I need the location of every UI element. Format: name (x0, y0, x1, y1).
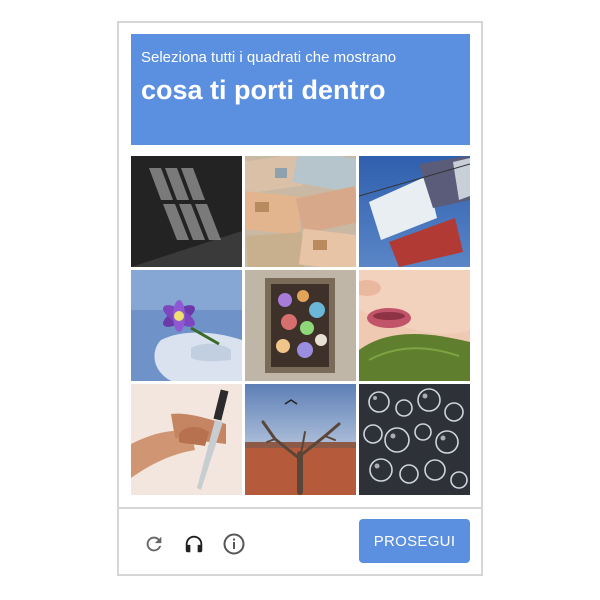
image-tile-3[interactable] (359, 156, 470, 267)
image-tile-4[interactable] (131, 270, 242, 381)
opals-box-image (245, 270, 356, 381)
prayer-flags-image (359, 156, 470, 267)
image-tile-1[interactable] (131, 156, 242, 267)
image-tile-5[interactable] (245, 270, 356, 381)
image-tile-8[interactable] (245, 384, 356, 495)
window-shadow-image (131, 156, 242, 267)
headphones-icon[interactable] (181, 531, 207, 557)
euro-banknotes-image (245, 156, 356, 267)
target-text: cosa ti porti dentro (141, 75, 386, 105)
captcha-widget: Seleziona tutti i quadrati che mostrano … (117, 21, 483, 576)
info-icon[interactable] (221, 531, 247, 557)
purple-flower-image (131, 270, 242, 381)
knife-hand-image (131, 384, 242, 495)
face-leaf-image (359, 270, 470, 381)
image-tile-7[interactable] (131, 384, 242, 495)
footer-divider (119, 507, 481, 509)
image-tile-6[interactable] (359, 270, 470, 381)
submit-button[interactable]: PROSEGUI (359, 519, 470, 563)
bubbles-image (359, 384, 470, 495)
image-grid (131, 156, 470, 495)
instruction-text: Seleziona tutti i quadrati che mostrano (141, 49, 397, 66)
captcha-header: Seleziona tutti i quadrati che mostrano … (131, 34, 470, 145)
dead-tree-image (245, 384, 356, 495)
reload-icon[interactable] (141, 531, 167, 557)
image-tile-9[interactable] (359, 384, 470, 495)
image-tile-2[interactable] (245, 156, 356, 267)
